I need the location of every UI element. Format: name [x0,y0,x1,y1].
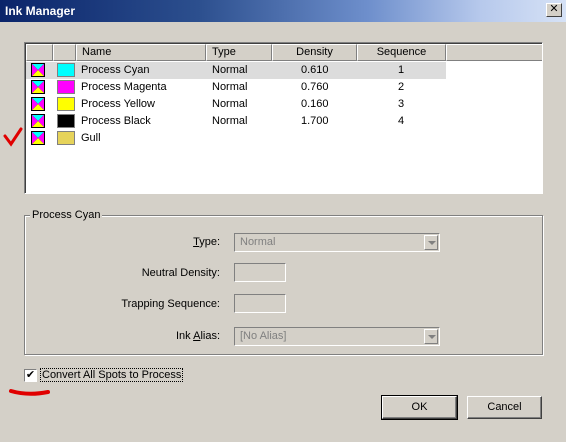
process-ink-icon[interactable] [31,63,45,77]
ink-name: Process Magenta [81,81,167,93]
process-ink-icon[interactable] [31,131,45,145]
red-underline-annotation [9,389,50,396]
ink-type: Normal [212,81,248,93]
header-icon-column[interactable] [26,44,53,61]
chevron-down-icon[interactable] [424,329,438,344]
ink-sequence: 2 [398,81,405,93]
ink-row[interactable]: Process Black Normal 1.700 4 [26,113,446,130]
ink-color-swatch [57,131,75,145]
process-ink-icon[interactable] [31,97,45,111]
type-select[interactable]: Normal [234,233,440,252]
process-ink-icon[interactable] [31,114,45,128]
ink-type: Normal [212,64,248,76]
ink-row[interactable]: Process Yellow Normal 0.160 3 [26,96,446,113]
header-type[interactable]: Type [206,44,272,61]
ink-row[interactable]: Process Magenta Normal 0.760 2 [26,79,446,96]
header-filler [446,44,542,61]
ink-name: Process Cyan [81,64,150,76]
ink-color-swatch [57,63,75,77]
convert-spots-checkbox[interactable]: ✔ [24,369,37,382]
ink-name: Gull [81,132,101,144]
ink-alias-label: Ink Alias: [175,330,220,342]
type-label: Type: [193,236,220,248]
header-sequence[interactable]: Sequence [357,44,446,61]
cancel-button[interactable]: Cancel [467,396,542,419]
trapping-sequence-field[interactable] [234,294,286,313]
ink-density: 0.610 [301,64,329,76]
ink-density: 0.160 [301,98,329,110]
title-bar: Ink Manager ✕ [0,0,566,22]
ink-name: Process Black [81,115,151,127]
ok-button[interactable]: OK [381,395,458,420]
ink-row[interactable]: Process Cyan Normal 0.610 1 [26,62,446,79]
ink-sequence: 1 [398,64,405,76]
ink-color-swatch [57,80,75,94]
close-button[interactable]: ✕ [546,3,562,17]
type-select-value: Normal [240,236,276,248]
process-ink-icon[interactable] [31,80,45,94]
neutral-density-label: Neutral Density: [141,267,220,279]
header-name[interactable]: Name [76,44,206,61]
ink-list-header: Name Type Density Sequence [26,44,542,61]
trapping-sequence-label: Trapping Sequence: [121,298,220,310]
ink-color-swatch [57,114,75,128]
header-density[interactable]: Density [272,44,357,61]
neutral-density-field[interactable] [234,263,286,282]
header-swatch-column[interactable] [53,44,76,61]
chevron-down-icon[interactable] [424,235,438,250]
ink-row[interactable]: Gull [26,130,446,147]
group-label: Process Cyan [30,209,103,221]
ink-sequence: 4 [398,115,405,127]
red-checkmark-annotation [3,127,23,147]
convert-spots-label[interactable]: Convert All Spots to Process [40,368,184,382]
ink-type: Normal [212,115,248,127]
ink-alias-value: [No Alias] [240,330,287,342]
ink-color-swatch [57,97,75,111]
ink-sequence: 3 [398,98,405,110]
ink-type: Normal [212,98,248,110]
ink-density: 0.760 [301,81,329,93]
window-title: Ink Manager [5,4,76,18]
ink-alias-select[interactable]: [No Alias] [234,327,440,346]
ink-list[interactable]: Name Type Density Sequence Process Cyan N… [24,42,543,194]
ink-density: 1.700 [301,115,329,127]
ink-name: Process Yellow [81,98,155,110]
